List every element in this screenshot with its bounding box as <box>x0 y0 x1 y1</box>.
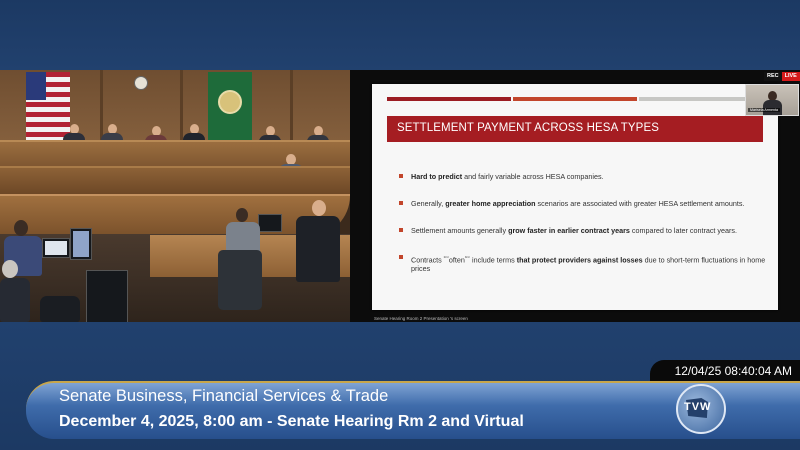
bullet-item: Generally, greater home appreciation sce… <box>399 199 769 208</box>
bullet-item: Settlement amounts generally grow faster… <box>399 226 769 235</box>
bullet-emphasis: greater home appreciation <box>445 199 536 208</box>
chair <box>218 250 262 310</box>
bullet-emphasis: Hard to predict <box>411 172 463 181</box>
state-seal <box>218 90 242 114</box>
hearing-room-video <box>0 70 350 322</box>
slide-accent-bar <box>513 97 637 101</box>
bullet-item: Hard to predict and fairly variable acro… <box>399 172 769 181</box>
bullet-item: Contracts ᵇ⁽⁶⁾oftenᵇ⁽⁶⁾ include terms th… <box>399 253 769 273</box>
person <box>296 216 340 282</box>
slide: SETTLEMENT PAYMENT ACROSS HESA TYPES Har… <box>372 84 778 310</box>
dais-middle <box>0 166 350 194</box>
bullet-emphasis: that protect providers against losses <box>516 255 643 265</box>
live-label: LIVE <box>781 72 800 81</box>
person-head <box>236 208 248 222</box>
monitor-screen <box>45 241 67 255</box>
person-head <box>2 260 18 278</box>
timestamp-tab: 12/04/25 08:40:04 AM <box>650 360 800 382</box>
bullet-prefix: Contracts <box>411 255 444 265</box>
participant-thumbnail: Marisela Armenta <box>745 84 799 116</box>
wall-clock <box>134 76 148 90</box>
slide-accent-bar <box>387 97 511 101</box>
timestamp: 12/04/25 08:40:04 AM <box>674 364 792 378</box>
bullet-text: compared to later contract years. <box>629 226 737 235</box>
monitor <box>42 238 70 258</box>
committee-title: Senate Business, Financial Services & Tr… <box>59 387 389 405</box>
participant-name: Marisela Armenta <box>748 108 780 112</box>
bullet-list: Hard to predict and fairly variable acro… <box>399 172 769 291</box>
person-head <box>312 200 326 216</box>
bullet-text: scenarios are associated with greater HE… <box>535 199 745 208</box>
bullet-mid: include terms <box>470 255 517 265</box>
bullet-mid: often <box>448 255 465 265</box>
flag-canton <box>26 72 46 100</box>
presentation-caption: Senate Hearing Room 2 Presentation 's sc… <box>374 316 468 321</box>
person <box>40 296 80 322</box>
slide-title: SETTLEMENT PAYMENT ACROSS HESA TYPES <box>397 122 659 134</box>
monitor <box>70 228 92 260</box>
person <box>0 278 30 322</box>
us-flag <box>26 72 70 142</box>
monitor <box>258 214 282 232</box>
monitor-screen <box>73 231 89 257</box>
bullet-prefix: Generally, <box>411 199 446 208</box>
slide-title-banner: SETTLEMENT PAYMENT ACROSS HESA TYPES <box>387 116 763 142</box>
session-subtitle: December 4, 2025, 8:00 am - Senate Heari… <box>59 413 524 430</box>
background-top <box>0 0 800 70</box>
rec-label: REC <box>764 72 782 81</box>
bullet-text: and fairly variable across HESA companie… <box>462 172 604 181</box>
bullet-prefix: Settlement amounts generally <box>411 226 509 235</box>
presentation-panel: SETTLEMENT PAYMENT ACROSS HESA TYPES Har… <box>350 70 800 322</box>
rec-live-badge: REC LIVE <box>764 72 800 81</box>
tvw-logo-text: TVW <box>684 401 712 413</box>
monitor <box>86 270 128 322</box>
bullet-emphasis: grow faster in earlier contract years <box>508 226 630 235</box>
person-head <box>14 220 28 236</box>
washington-flag <box>208 72 252 142</box>
